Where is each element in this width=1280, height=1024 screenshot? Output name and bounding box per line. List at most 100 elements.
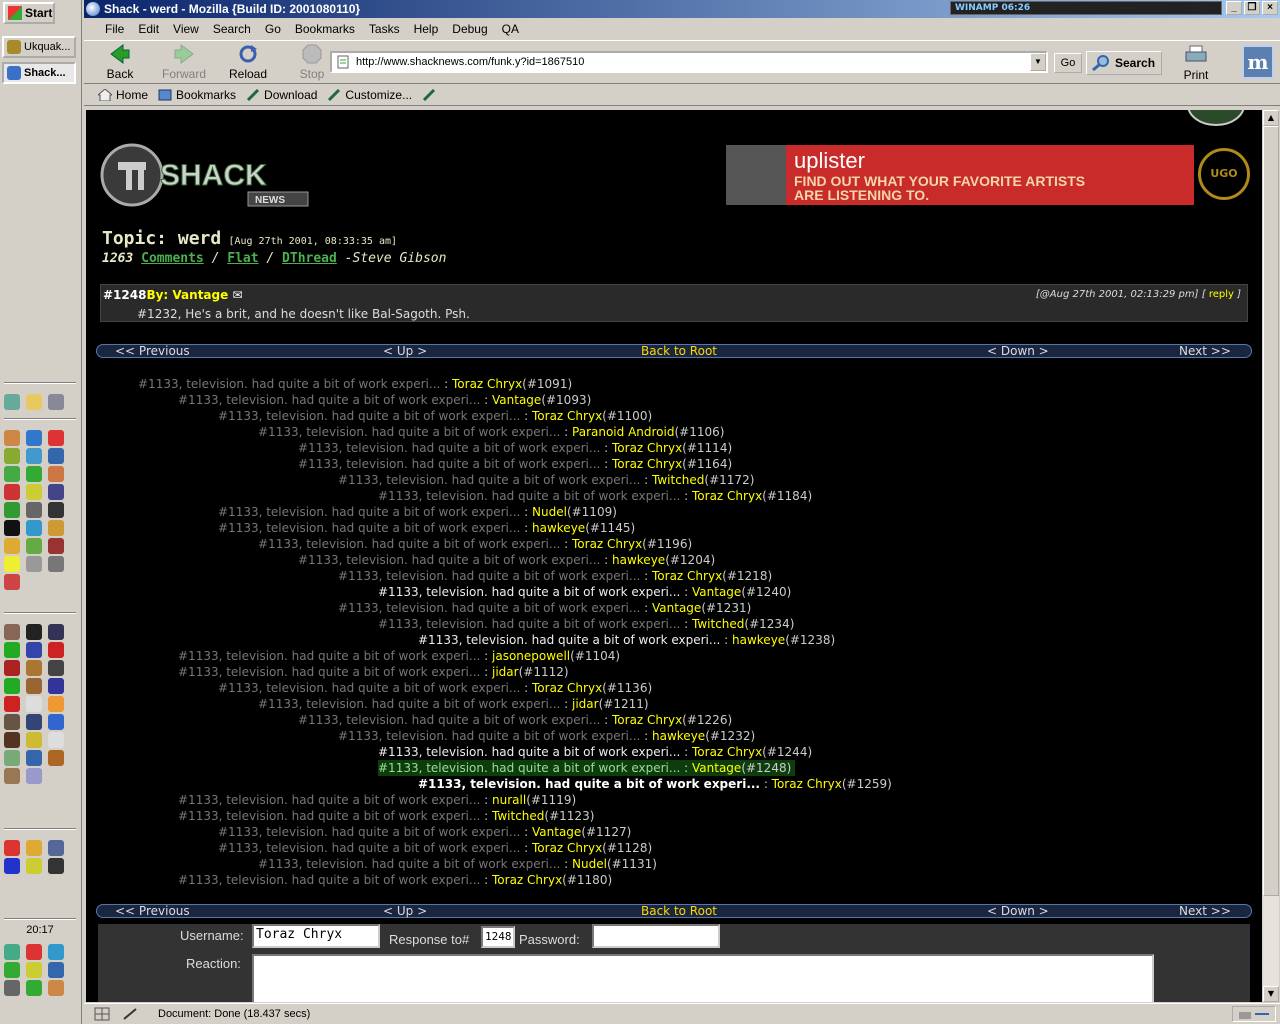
thread-row-preview[interactable]: #1133, television. had quite a bit of wo… <box>218 841 520 855</box>
thread-row-author[interactable]: hawkeye <box>532 521 585 535</box>
thread-row-preview[interactable]: #1133, television. had quite a bit of wo… <box>298 713 600 727</box>
thread-row-preview[interactable]: #1133, television. had quite a bit of wo… <box>258 425 560 439</box>
tray-icon[interactable] <box>4 980 20 996</box>
thread-row-preview[interactable]: #1133, television. had quite a bit of wo… <box>178 665 480 679</box>
next-link[interactable]: Next >> <box>1179 344 1231 358</box>
empty-bookmark[interactable] <box>422 88 436 101</box>
folder-icon[interactable] <box>26 394 42 410</box>
thread-row-preview[interactable]: #1133, television. had quite a bit of wo… <box>258 697 560 711</box>
ugo-badge[interactable]: UGO <box>1198 148 1250 200</box>
thread-row-preview[interactable]: #1133, television. had quite a bit of wo… <box>378 761 680 775</box>
app-icon[interactable] <box>4 714 20 730</box>
comments-link[interactable]: Comments <box>141 251 204 266</box>
reply-link[interactable]: reply <box>1209 289 1234 300</box>
thread-row-author[interactable]: Toraz Chryx <box>532 841 602 855</box>
reload-button[interactable]: Reload <box>216 43 280 81</box>
thread-row[interactable]: #1133, television. had quite a bit of wo… <box>178 792 576 808</box>
thread-row-preview[interactable]: #1133, television. had quite a bit of wo… <box>178 649 480 663</box>
print-button[interactable]: Print <box>1176 45 1216 82</box>
thread-row-preview[interactable]: #1133, television. had quite a bit of wo… <box>418 633 720 647</box>
back-button[interactable]: Back <box>88 43 152 81</box>
app-icon[interactable] <box>4 430 20 446</box>
back-to-root-link[interactable]: Back to Root <box>641 344 717 358</box>
thread-row-preview[interactable]: #1133, television. had quite a bit of wo… <box>178 873 480 887</box>
thread-row-preview[interactable]: #1133, television. had quite a bit of wo… <box>378 745 680 759</box>
thread-row[interactable]: #1133, television. had quite a bit of wo… <box>298 552 715 568</box>
thread-row[interactable]: #1133, television. had quite a bit of wo… <box>418 632 835 648</box>
app-icon[interactable] <box>48 732 64 748</box>
maximize-button[interactable]: ❐ <box>1244 1 1260 15</box>
back-to-root-link[interactable]: Back to Root <box>641 904 717 918</box>
opera-icon[interactable] <box>48 430 64 446</box>
thread-row-author[interactable]: Paranoid Android <box>572 425 674 439</box>
thread-row-preview[interactable]: #1133, television. had quite a bit of wo… <box>378 617 680 631</box>
thread-row-author[interactable]: Nudel <box>572 857 607 871</box>
app-icon[interactable] <box>4 732 20 748</box>
thread-row-preview[interactable]: #1133, television. had quite a bit of wo… <box>298 553 600 567</box>
post-author[interactable]: Vantage <box>172 288 228 302</box>
app-icon[interactable] <box>48 466 64 482</box>
app-icon[interactable] <box>48 520 64 536</box>
thread-row-author[interactable]: Toraz Chryx <box>452 377 522 391</box>
search-button[interactable]: Search <box>1086 51 1162 75</box>
app-icon[interactable] <box>4 678 20 694</box>
app-icon[interactable] <box>26 624 42 640</box>
app-icon[interactable] <box>4 484 20 500</box>
tray-icon[interactable] <box>48 962 64 978</box>
mozilla-logo[interactable]: m <box>1242 45 1274 79</box>
thread-row-author[interactable]: Toraz Chryx <box>492 873 562 887</box>
winamp-minibar[interactable]: WINAMP 06:26 <box>950 1 1222 15</box>
thread-row-author[interactable]: Nudel <box>532 505 567 519</box>
app-icon[interactable] <box>48 858 64 874</box>
thread-row-author[interactable]: Vantage <box>692 585 741 599</box>
task-button-ukquake[interactable]: Ukquak... <box>2 36 76 58</box>
shacknews-logo[interactable]: SHACK NEWS <box>98 140 328 210</box>
tray-icon[interactable] <box>26 980 42 996</box>
thread-row-author[interactable]: Twitched <box>492 809 544 823</box>
thread-row-preview[interactable]: #1133, television. had quite a bit of wo… <box>258 857 560 871</box>
url-field[interactable]: http://www.shacknews.com/funk.y?id=18675… <box>330 51 1048 73</box>
app-icon[interactable] <box>48 750 64 766</box>
thread-row-author[interactable]: Toraz Chryx <box>612 441 682 455</box>
app-icon[interactable] <box>26 750 42 766</box>
thread-row[interactable]: #1133, television. had quite a bit of wo… <box>138 376 572 392</box>
thread-row[interactable]: #1133, television. had quite a bit of wo… <box>178 648 620 664</box>
tray-icon[interactable] <box>48 980 64 996</box>
thread-row-author[interactable]: Vantage <box>652 601 701 615</box>
app-icon[interactable] <box>48 678 64 694</box>
computer-icon[interactable] <box>48 394 64 410</box>
app-icon[interactable] <box>4 448 20 464</box>
thread-row[interactable]: #1133, television. had quite a bit of wo… <box>218 824 631 840</box>
mail-icon[interactable]: ✉ <box>232 288 242 302</box>
minimize-button[interactable]: _ <box>1226 1 1242 15</box>
thread-row-preview[interactable]: #1133, television. had quite a bit of wo… <box>298 457 600 471</box>
app-icon[interactable] <box>26 520 42 536</box>
thread-row-preview[interactable]: #1133, television. had quite a bit of wo… <box>218 409 520 423</box>
thread-row[interactable]: #1133, television. had quite a bit of wo… <box>338 568 772 584</box>
up-link[interactable]: < Up > <box>383 344 427 358</box>
app-icon[interactable] <box>26 858 42 874</box>
app-icon[interactable] <box>4 660 20 676</box>
thread-row[interactable]: #1133, television. had quite a bit of wo… <box>258 856 657 872</box>
app-icon[interactable] <box>26 556 42 572</box>
thread-row-author[interactable]: Toraz Chryx <box>532 681 602 695</box>
thread-row-author[interactable]: Vantage <box>532 825 581 839</box>
app-icon[interactable] <box>26 484 42 500</box>
thread-row-author[interactable]: Toraz Chryx <box>772 777 842 791</box>
thread-row-author[interactable]: nurall <box>492 793 526 807</box>
thread-row[interactable]: #1133, television. had quite a bit of wo… <box>378 584 791 600</box>
thread-row-preview[interactable]: #1133, television. had quite a bit of wo… <box>338 473 640 487</box>
thread-row-author[interactable]: Twitched <box>652 473 704 487</box>
menu-help[interactable]: Help <box>407 22 446 36</box>
thread-row-author[interactable]: Vantage <box>492 393 541 407</box>
app-icon[interactable] <box>26 840 42 856</box>
app-icon[interactable] <box>4 520 20 536</box>
menu-bookmarks[interactable]: Bookmarks <box>288 22 362 36</box>
scroll-down-icon[interactable]: ▼ <box>1263 986 1279 1002</box>
thread-row[interactable]: #1133, television. had quite a bit of wo… <box>178 664 569 680</box>
thread-row-author[interactable]: jidar <box>492 665 519 679</box>
previous-link[interactable]: << Previous <box>115 904 190 918</box>
app-icon[interactable] <box>4 642 20 658</box>
app-icon[interactable] <box>26 466 42 482</box>
thread-row[interactable]: #1133, television. had quite a bit of wo… <box>218 840 652 856</box>
